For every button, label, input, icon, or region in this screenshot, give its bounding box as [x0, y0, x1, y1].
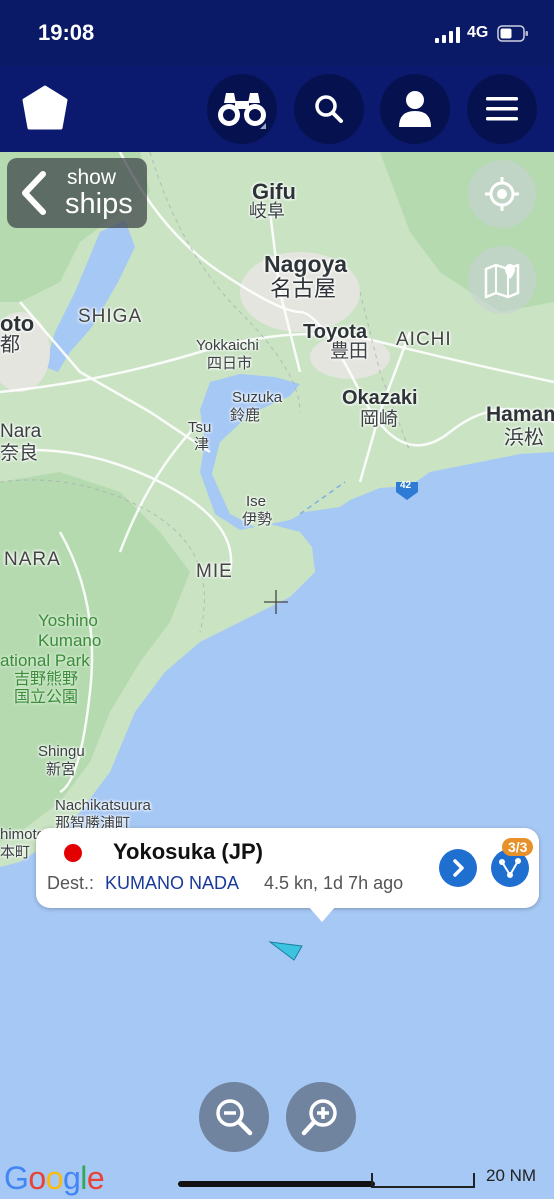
label-gifu-en: Gifu — [252, 179, 296, 204]
map-view[interactable]: Gifu 岐阜 Nagoya 名古屋 Toyota 豊田 AICHI SHIGA… — [0, 152, 554, 1199]
label-nagoya-en: Nagoya — [264, 251, 348, 277]
chevron-right-icon — [453, 859, 464, 877]
label-shingu-en: Shingu — [38, 743, 85, 760]
label-shingu-ja: 新宮 — [46, 761, 77, 778]
status-bar: 19:08 4G — [0, 0, 554, 66]
vessel-name[interactable]: Yokosuka (JP) — [113, 839, 263, 865]
destination-label: Dest.: — [47, 873, 95, 893]
label-nara-pref: NARA — [4, 549, 61, 570]
locate-button[interactable] — [468, 160, 536, 228]
map-layers-icon — [484, 263, 520, 299]
home-indicator[interactable] — [178, 1181, 375, 1187]
label-himoto-ja: 本町 — [0, 844, 31, 861]
status-dot-icon — [64, 844, 82, 862]
label-yokkaichi-en: Yokkaichi — [196, 337, 259, 354]
search-button[interactable] — [294, 74, 364, 144]
zoom-out-button[interactable] — [199, 1082, 269, 1152]
route-icon — [499, 858, 521, 878]
popup-pointer — [308, 906, 336, 922]
label-park-3: ational Park — [0, 651, 90, 670]
show-ships-line2: ships — [65, 188, 133, 220]
home-icon — [22, 85, 68, 130]
zoom-in-icon — [301, 1099, 337, 1136]
label-park-5: 国立公園 — [14, 689, 79, 706]
label-toyota-ja: 豊田 — [330, 341, 369, 362]
signal-icon — [435, 27, 460, 43]
label-mie: MIE — [196, 561, 233, 582]
label-nachi-en: Nachikatsuura — [55, 797, 151, 814]
show-ships-button[interactable]: show ships — [7, 158, 147, 228]
label-kyoto-ja: 都 — [0, 334, 20, 356]
search-icon — [315, 95, 343, 123]
vessel-details-button[interactable] — [439, 849, 477, 887]
binoculars-button[interactable] — [207, 74, 277, 144]
label-ise-en: Ise — [246, 493, 267, 510]
map-layers-button[interactable] — [468, 246, 536, 314]
show-ships-line1: show — [67, 166, 117, 189]
label-yokkaichi-ja: 四日市 — [207, 355, 253, 372]
label-suzuka-ja: 鈴鹿 — [230, 407, 261, 424]
network-type: 4G — [467, 24, 489, 41]
label-kyoto-en: oto — [0, 311, 35, 336]
vessel-popup[interactable]: Yokosuka (JP) Dest.: KUMANO NADA 4.5 kn,… — [36, 828, 539, 922]
label-hamamatsu-ja: 浜松 — [504, 427, 544, 449]
app-toolbar — [0, 66, 554, 152]
battery-icon — [497, 25, 528, 42]
route-42-label: 42 — [400, 480, 412, 491]
menu-icon — [486, 97, 518, 121]
label-tsu-ja: 津 — [194, 436, 210, 453]
zoom-in-button[interactable] — [286, 1082, 356, 1152]
label-park-2: Kumano — [38, 631, 102, 650]
label-park-4: 吉野熊野 — [14, 671, 79, 688]
label-okazaki-en: Okazaki — [342, 387, 418, 409]
binoculars-icon — [218, 93, 266, 129]
chevron-left-icon — [22, 171, 46, 215]
label-tsu-en: Tsu — [188, 419, 212, 436]
label-ise-ja: 伊勢 — [242, 511, 273, 528]
label-nara-ja: 奈良 — [0, 443, 39, 464]
label-nagoya-ja: 名古屋 — [270, 276, 337, 301]
zoom-out-icon — [216, 1099, 253, 1136]
google-logo: Google — [4, 1160, 105, 1196]
account-button[interactable] — [380, 74, 450, 144]
route-count-badge: 3/3 — [502, 838, 534, 856]
scale-label: 20 NM — [486, 1166, 537, 1185]
label-aichi: AICHI — [396, 329, 452, 350]
menu-button[interactable] — [467, 74, 537, 144]
locate-icon — [485, 177, 519, 211]
status-time: 19:08 — [38, 20, 95, 45]
label-nara-en: Nara — [0, 421, 42, 442]
label-shiga: SHIGA — [78, 306, 143, 327]
label-toyota-en: Toyota — [303, 321, 368, 343]
label-park-1: Yoshino — [38, 611, 98, 630]
destination-value: KUMANO NADA — [105, 873, 240, 893]
label-okazaki-ja: 岡崎 — [360, 409, 399, 430]
user-icon — [399, 91, 431, 127]
label-gifu-ja: 岐阜 — [249, 201, 285, 221]
home-button[interactable] — [18, 82, 72, 136]
speed-age-text: 4.5 kn, 1d 7h ago — [264, 873, 404, 893]
vessel-marker-icon[interactable] — [268, 938, 308, 964]
scale-bar — [371, 1173, 475, 1188]
label-hamamatsu-en: Hamam — [486, 403, 554, 426]
label-suzuka-en: Suzuka — [232, 389, 283, 406]
